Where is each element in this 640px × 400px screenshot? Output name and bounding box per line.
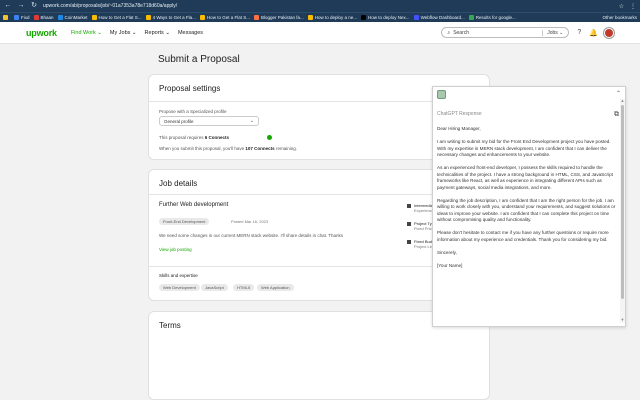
connects-remaining-text: When you submit this proposal, you'll ha…: [159, 146, 297, 151]
browser-toolbar: ← → ↻ upwork.com/ab/proposals/job/~01a73…: [0, 0, 640, 12]
bookmark-item[interactable]: CoinMarket: [57, 15, 88, 20]
address-bar[interactable]: upwork.com/ab/proposals/job/~01a7353a78e…: [43, 0, 614, 12]
bookmark-favicon-icon: [57, 15, 63, 20]
bookmark-item[interactable]: Blogger Pakistan fa...: [253, 15, 304, 20]
bookmark-item[interactable]: How to Get a Flat S...: [91, 15, 142, 20]
chatgpt-logo-icon[interactable]: [437, 90, 446, 99]
forward-icon[interactable]: →: [17, 0, 25, 12]
bookmark-favicon-icon: [145, 15, 151, 20]
scrollbar-thumb[interactable]: [621, 105, 624, 299]
page-title: Submit a Proposal: [158, 54, 240, 65]
experience-icon: [407, 203, 411, 208]
response-paragraph: I am writing to submit my bid for the Fr…: [437, 139, 611, 157]
bookmark-favicon-icon: [3, 15, 8, 20]
profile-select-value: General profile: [164, 118, 194, 124]
skill-tag[interactable]: HTML5: [233, 284, 255, 291]
copy-icon[interactable]: ⧉: [614, 111, 619, 119]
scroll-down-icon[interactable]: ▼: [620, 317, 625, 322]
info-icon[interactable]: [267, 135, 272, 140]
bookmark-item[interactable]: [3, 15, 10, 20]
job-description: We need some changes in our current MERN…: [159, 233, 344, 238]
bookmark-favicon-icon: [91, 15, 97, 20]
upwork-logo[interactable]: upwork: [26, 28, 57, 38]
panel-title: ChatGPT Response: [437, 111, 482, 117]
bookmark-favicon-icon: [361, 15, 367, 20]
reload-icon[interactable]: ↻: [30, 0, 38, 12]
bookmark-favicon-icon: [253, 15, 259, 20]
bookmark-favicon-icon: [33, 15, 39, 20]
response-paragraph: [Your Name]: [437, 262, 463, 268]
bookmark-item[interactable]: Webflow Dashboard...: [413, 15, 465, 20]
bookmark-favicon-icon: [307, 15, 313, 20]
posted-date: Posted Mar 16, 2023: [231, 219, 269, 224]
proposal-settings-heading: Proposal settings: [159, 84, 221, 93]
skill-tag[interactable]: Web Application: [257, 284, 294, 291]
bookmark-item[interactable]: Bhaan: [33, 15, 54, 20]
back-icon[interactable]: ←: [4, 0, 12, 12]
notifications-icon[interactable]: 🔔: [589, 29, 598, 37]
bookmark-favicon-icon: [468, 15, 474, 20]
nav-messages[interactable]: Messages: [178, 30, 203, 36]
help-icon[interactable]: ?: [577, 29, 581, 36]
bookmark-item[interactable]: 4 Ways to Get a Fla...: [145, 15, 196, 20]
bookmark-item[interactable]: How to deploy Nex...: [361, 15, 410, 20]
search-input[interactable]: ⌕ Search Jobs ⌄: [441, 27, 570, 38]
search-placeholder: Search: [453, 29, 470, 36]
bookmark-item[interactable]: Fixd: [14, 15, 30, 20]
nav-reports[interactable]: Reports ⌄: [145, 30, 170, 36]
view-job-posting-link[interactable]: View job posting: [159, 247, 192, 252]
bookmark-favicon-icon: [413, 15, 419, 20]
bookmarks-bar: Fixd Bhaan CoinMarket How to Get a Flat …: [0, 12, 640, 22]
skill-tag[interactable]: Web Development: [159, 284, 200, 291]
bookmark-favicon-icon: [199, 15, 205, 20]
response-paragraph: Regarding the job description, I am conf…: [437, 197, 616, 223]
response-paragraph: As an experienced front-end developer, I…: [437, 165, 613, 190]
scroll-up-icon[interactable]: ▲: [620, 98, 625, 103]
response-paragraph: Dear Hiring Manager,: [437, 126, 481, 131]
collapse-icon[interactable]: ⌃: [616, 90, 621, 97]
terms-heading: Terms: [159, 321, 181, 330]
avatar[interactable]: [604, 27, 614, 38]
nav-my-jobs[interactable]: My Jobs ⌄: [110, 30, 137, 36]
skill-tag[interactable]: JavaScript: [201, 284, 228, 291]
budget-icon: [407, 239, 411, 244]
bookmark-item[interactable]: Results for google...: [468, 15, 516, 20]
site-header: upwork Find Work ⌄ My Jobs ⌄ Reports ⌄ M…: [0, 22, 640, 44]
job-details-heading: Job details: [159, 179, 198, 188]
other-bookmarks[interactable]: Other bookmarks: [602, 15, 637, 20]
bookmark-favicon-icon: [14, 15, 19, 20]
nav-find-work[interactable]: Find Work ⌄: [71, 30, 102, 36]
skills-heading: Skills and expertise: [159, 273, 198, 278]
project-type-icon: [407, 221, 411, 226]
profile-select[interactable]: General profile ⌄: [159, 116, 259, 126]
bookmark-item[interactable]: How to deploy a ne...: [307, 15, 357, 20]
search-icon: ⌕: [447, 29, 451, 36]
bookmark-star-icon[interactable]: ☆: [619, 3, 624, 10]
bookmark-item[interactable]: How to Get a Flat S...: [199, 15, 250, 20]
category-badge: Front-End Development: [159, 218, 210, 225]
search-scope-dropdown[interactable]: Jobs ⌄: [542, 29, 563, 36]
specialized-profile-label: Propose with a Specialized profile: [159, 109, 227, 114]
response-text: Dear Hiring Manager, I am writing to sub…: [437, 126, 617, 276]
response-paragraph: Please don't hesitate to contact me if y…: [437, 230, 609, 242]
response-paragraph: Sincerely,: [437, 249, 457, 255]
connects-required-text: This proposal requires 6 Connects: [159, 135, 230, 140]
job-title: Further Web development: [159, 202, 229, 208]
chatgpt-response-panel: ⌃ ChatGPT Response ⧉ Dear Hiring Manager…: [432, 86, 626, 327]
chevron-down-icon: ⌄: [249, 118, 254, 124]
browser-menu-icon[interactable]: ⋮: [630, 3, 636, 10]
